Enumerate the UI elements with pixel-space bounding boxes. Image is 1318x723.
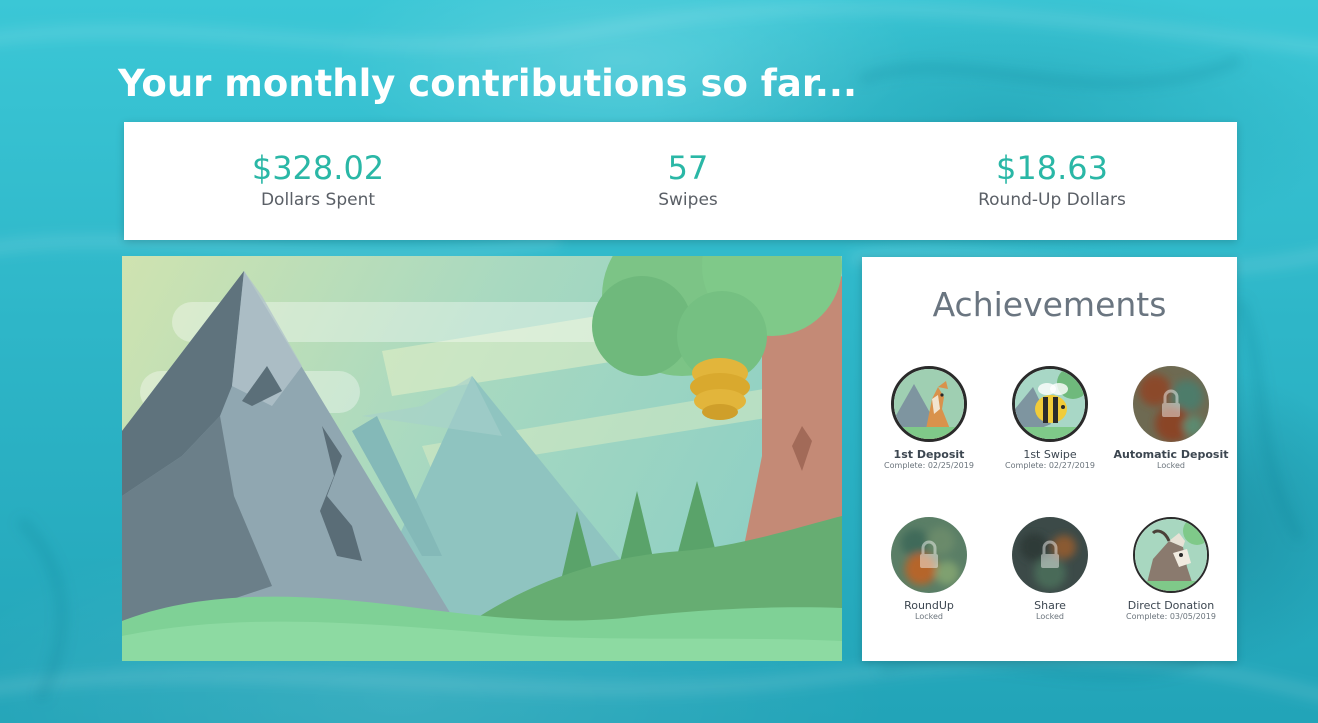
achievement-status: Complete: 03/05/2019 bbox=[1126, 612, 1216, 621]
achievement-status: Complete: 02/27/2019 bbox=[1005, 461, 1095, 470]
deer-icon bbox=[891, 366, 967, 442]
lock-icon bbox=[1133, 366, 1209, 442]
achievement-automatic-deposit[interactable]: Automatic Deposit Locked bbox=[1110, 366, 1232, 471]
stat-swipes: 57 Swipes bbox=[538, 148, 838, 210]
lock-icon bbox=[1012, 517, 1088, 593]
stat-label: Swipes bbox=[658, 190, 718, 210]
achievement-status: Locked bbox=[915, 612, 943, 621]
achievement-1st-swipe[interactable]: 1st Swipe Complete: 02/27/2019 bbox=[989, 366, 1111, 471]
stat-value: $18.63 bbox=[996, 149, 1108, 187]
contributions-summary-card: $328.02 Dollars Spent 57 Swipes $18.63 R… bbox=[124, 122, 1237, 240]
lock-icon bbox=[891, 517, 967, 593]
achievement-name: Share bbox=[1034, 599, 1066, 612]
stat-dollars-spent: $328.02 Dollars Spent bbox=[168, 148, 468, 210]
achievement-status: Locked bbox=[1157, 461, 1185, 470]
page-title: Your monthly contributions so far... bbox=[118, 62, 858, 105]
achievement-1st-deposit[interactable]: 1st Deposit Complete: 02/25/2019 bbox=[868, 366, 990, 471]
achievement-roundup[interactable]: RoundUp Locked bbox=[868, 517, 990, 622]
achievement-status: Locked bbox=[1036, 612, 1064, 621]
stat-round-up-dollars: $18.63 Round-Up Dollars bbox=[902, 148, 1202, 210]
bee-icon bbox=[1012, 366, 1088, 442]
stat-label: Round-Up Dollars bbox=[978, 190, 1126, 210]
stat-value: $328.02 bbox=[251, 149, 385, 187]
achievement-share[interactable]: Share Locked bbox=[989, 517, 1111, 622]
goat-icon bbox=[1133, 517, 1209, 593]
achievement-name: Direct Donation bbox=[1127, 599, 1215, 612]
achievement-name: Automatic Deposit bbox=[1113, 448, 1229, 461]
stat-label: Dollars Spent bbox=[260, 190, 376, 210]
stat-value: 57 bbox=[667, 149, 709, 187]
achievements-title: Achievements bbox=[932, 285, 1167, 324]
achievement-status: Complete: 02/25/2019 bbox=[884, 461, 974, 470]
habitat-illustration bbox=[122, 256, 842, 661]
achievements-panel: Achievements 1st Deposit Complete: 02/25… bbox=[862, 257, 1237, 661]
achievement-name: 1st Deposit bbox=[893, 448, 965, 461]
achievement-name: RoundUp bbox=[904, 599, 954, 612]
achievement-direct-donation[interactable]: Direct Donation Complete: 03/05/2019 bbox=[1110, 517, 1232, 622]
achievement-name: 1st Swipe bbox=[1023, 448, 1077, 461]
